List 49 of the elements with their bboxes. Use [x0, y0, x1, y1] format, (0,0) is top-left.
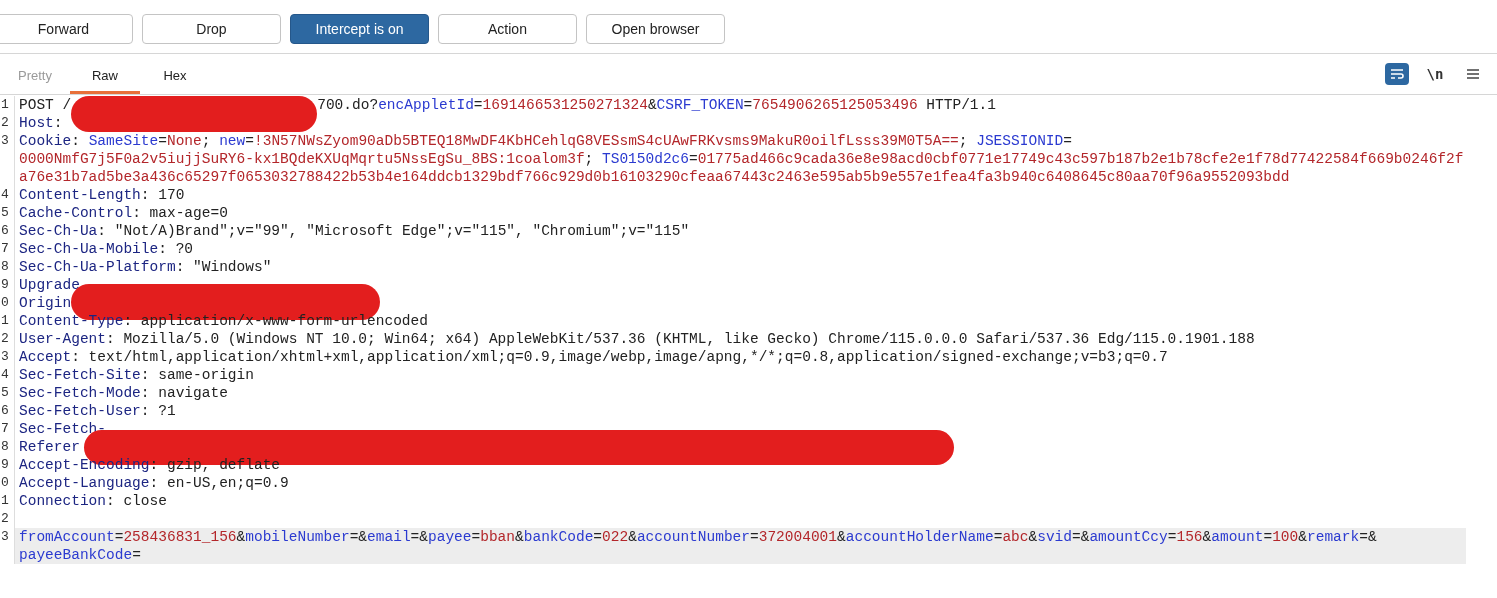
code-line: Accept: text/html,application/xhtml+xml,application/xml;q=0.9,image/webp,image/apng,*/*;q=0.8,application/signed-exchange;v=b3;q=0.7: [18, 348, 1169, 366]
line-number: 4: [0, 186, 15, 204]
line-number: 5: [0, 384, 15, 402]
code-line: Host:: [18, 114, 64, 132]
code-line: Sec-Ch-Ua-Platform: "Windows": [18, 258, 273, 276]
line-number: 0: [0, 474, 15, 492]
code-line: Cookie: SameSite=None; new=!3N57NWsZyom90aDb5BTEQ18MwDF4KbHCehlqG8VESsmS4cUAwFRKvsms9MakuR0oilfLsss39M0T5A==; JSESSIONID= 0000NmfG7j5F0a2v5iujjSuRY6-kx1BQdeKXUqMqrtu5NssEgSu_8BS:1coalom3f; TS0150d2c6=01775ad466c9cada36e8e98acd0cbf0771e17749c43c597b187b2e1b78cfe2e1f78d77422584f669b0246f2fa76e31b7ad5be3a436c65297f0653032788422b53b4e164ddcb1329bdf766c929d0b16103290cfeaa67443c2463e595ab5b9e557e1fea4fa3b940c6408645c80aa70f96a9552093bdd: [18, 132, 1465, 186]
line-number: 0: [0, 294, 15, 312]
line-number: 1: [0, 492, 15, 510]
code-line: Sec-Fetch-: [18, 420, 107, 438]
toolbar-button[interactable]: Intercept is on: [290, 14, 429, 44]
line-number: 4: [0, 366, 15, 384]
code-line: Accept-Language: en-US,en;q=0.9: [18, 474, 290, 492]
line-number: 7: [0, 240, 15, 258]
line-number: 2: [0, 510, 15, 528]
code-line: Sec-Ch-Ua-Mobile: ?0: [18, 240, 195, 258]
line-number: 3: [0, 348, 15, 366]
newline-toggle[interactable]: \n: [1423, 63, 1447, 85]
line-number: 6: [0, 222, 15, 240]
toolbar-button[interactable]: Forward: [0, 14, 133, 44]
code-line: Cache-Control: max-age=0: [18, 204, 229, 222]
code-line: Connection: close: [18, 492, 168, 510]
line-number: 8: [0, 438, 15, 456]
toolbar-button[interactable]: Open browser: [586, 14, 725, 44]
line-number: 2: [0, 330, 15, 348]
code-line: Referer: [15, 438, 1466, 456]
code-line: POST / 700.do?encAppletId=1691466531250271324&CSRF_TOKEN=7654906265125053496 HTTP/1.1: [15, 96, 1466, 114]
line-number: 7: [0, 420, 15, 438]
line-number: 5: [0, 204, 15, 222]
toolbar-button[interactable]: Drop: [142, 14, 281, 44]
code-line: Sec-Fetch-User: ?1: [18, 402, 177, 420]
line-number: 6: [0, 402, 15, 420]
line-number: 3: [0, 132, 15, 186]
line-number: 2: [0, 114, 15, 132]
code-line: Content-Length: 170: [18, 186, 186, 204]
code-line: Upgrade: [18, 276, 81, 294]
line-number: 9: [0, 456, 15, 474]
wrap-lines-icon[interactable]: [1385, 63, 1409, 85]
code-line: Sec-Fetch-Site: same-origin: [18, 366, 255, 384]
line-number: 1: [0, 96, 15, 114]
code-line: User-Agent: Mozilla/5.0 (Windows NT 10.0; Win64; x64) AppleWebKit/537.36 (KHTML, like Gecko) Chrome/115.0.0.0 Safari/537.36 Edg/115.0.1901.188: [18, 330, 1256, 348]
line-number: 9: [0, 276, 15, 294]
view-tab[interactable]: Hex: [140, 54, 210, 94]
line-number: 1: [0, 312, 15, 330]
toolbar-button[interactable]: Action: [438, 14, 577, 44]
code-line: Origin: [15, 294, 1466, 312]
line-number: 8: [0, 258, 15, 276]
code-line: Sec-Ch-Ua: "Not/A)Brand";v="99", "Microsoft Edge";v="115", "Chromium";v="115": [18, 222, 691, 240]
code-line: Sec-Fetch-Mode: navigate: [18, 384, 229, 402]
